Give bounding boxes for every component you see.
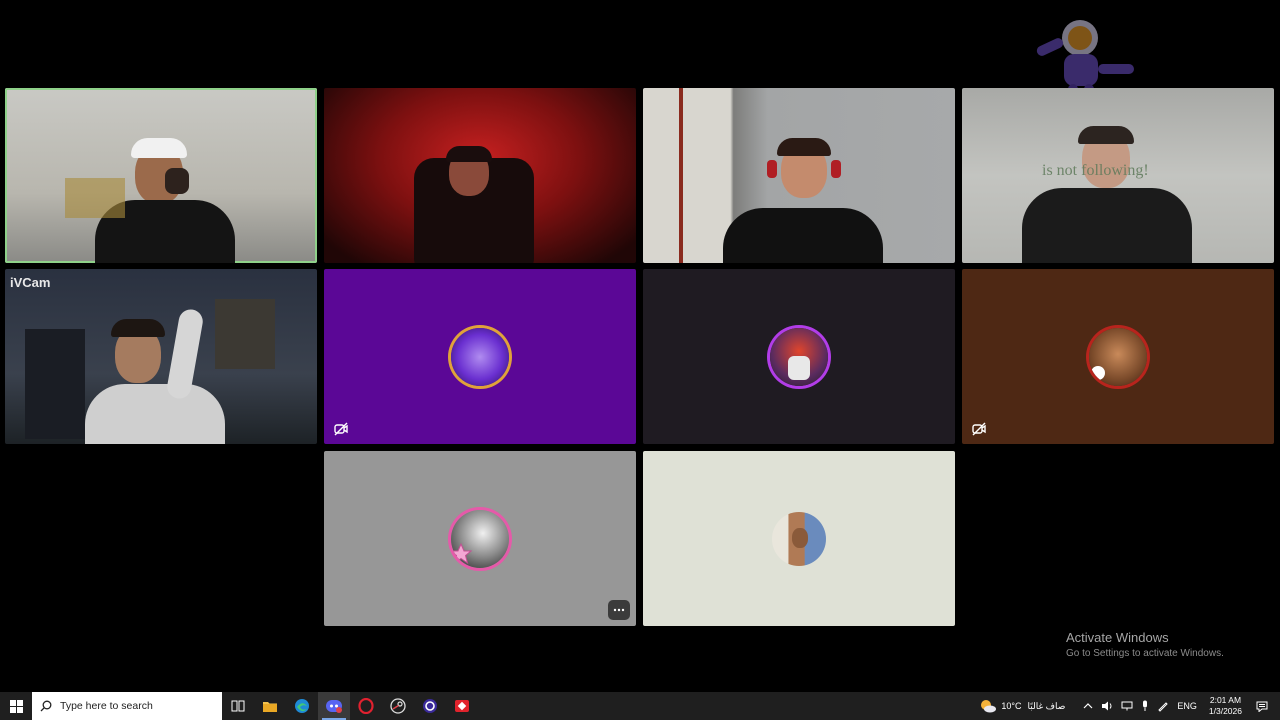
network-button[interactable] bbox=[1117, 701, 1137, 711]
search-icon bbox=[40, 700, 52, 712]
taskbar-search-box[interactable]: Type here to search bbox=[32, 692, 222, 720]
participant-tile-9[interactable] bbox=[324, 451, 636, 626]
video-off-icon bbox=[334, 422, 348, 436]
weather-widget[interactable]: 10°C صاف غالبًا bbox=[975, 699, 1069, 713]
clock-time: 2:01 AM bbox=[1209, 695, 1242, 705]
opera-button[interactable] bbox=[350, 692, 382, 720]
participant-tile-1[interactable] bbox=[5, 88, 317, 263]
overlay-text: is not following! bbox=[1042, 162, 1149, 179]
watermark-subtitle: Go to Settings to activate Windows. bbox=[1066, 648, 1224, 659]
star-badge-icon bbox=[451, 542, 473, 564]
taskbar-clock[interactable]: 2:01 AM 1/3/2026 bbox=[1201, 695, 1250, 717]
action-center-button[interactable] bbox=[1250, 701, 1280, 712]
discord-button[interactable] bbox=[318, 692, 350, 720]
clock-date: 1/3/2026 bbox=[1208, 706, 1242, 716]
background-object bbox=[25, 329, 85, 439]
activate-windows-watermark: Activate Windows Go to Settings to activ… bbox=[1066, 630, 1224, 659]
speaker-icon bbox=[1102, 701, 1112, 711]
participant-avatar bbox=[451, 327, 509, 386]
edge-browser-icon bbox=[295, 699, 309, 713]
background-object bbox=[65, 178, 125, 218]
weather-condition: صاف غالبًا bbox=[1027, 700, 1066, 711]
door-frame bbox=[679, 88, 683, 263]
participant-tile-3[interactable] bbox=[643, 88, 955, 263]
call-stage: is not following! iVCam Activate Windows… bbox=[0, 0, 1280, 692]
windows-logo-icon bbox=[9, 699, 23, 713]
edge-button[interactable] bbox=[286, 692, 318, 720]
watermark-title: Activate Windows bbox=[1066, 630, 1169, 645]
system-tray: 10°C صاف غالبًا ENG 2:01 AM 1/3/2026 bbox=[975, 692, 1280, 720]
microphone-button[interactable] bbox=[1137, 700, 1153, 712]
task-view-icon bbox=[231, 700, 245, 712]
volume-button[interactable] bbox=[1097, 701, 1117, 711]
participant-tile-6[interactable] bbox=[324, 269, 636, 444]
video-off-icon bbox=[972, 422, 986, 436]
folder-icon bbox=[263, 702, 277, 712]
participant-avatar bbox=[1089, 327, 1147, 386]
steam-button[interactable] bbox=[382, 692, 414, 720]
participant-tile-10[interactable] bbox=[643, 451, 955, 626]
chevron-up-icon bbox=[1083, 703, 1093, 709]
notification-icon bbox=[1256, 701, 1268, 712]
pen-icon bbox=[1158, 702, 1169, 712]
participant-tile-5[interactable]: iVCam bbox=[5, 269, 317, 444]
participant-avatar bbox=[770, 327, 828, 386]
anydesk-button[interactable] bbox=[446, 692, 478, 720]
start-button[interactable] bbox=[0, 692, 32, 720]
discord-icon bbox=[326, 700, 342, 713]
participant-tile-2[interactable] bbox=[324, 88, 636, 263]
steam-icon bbox=[390, 698, 406, 714]
task-view-button[interactable] bbox=[222, 692, 254, 720]
participant-tile-7[interactable] bbox=[643, 269, 955, 444]
participant-tile-8[interactable] bbox=[962, 269, 1274, 444]
ellipsis-icon bbox=[613, 608, 625, 612]
participant-video bbox=[1012, 118, 1212, 263]
anydesk-icon bbox=[455, 700, 469, 712]
camera-source-label: iVCam bbox=[10, 275, 51, 290]
participant-video bbox=[723, 138, 883, 263]
input-language[interactable]: ENG bbox=[1173, 701, 1201, 711]
cortana-icon bbox=[423, 699, 437, 713]
opera-icon bbox=[358, 698, 374, 714]
weather-moon-cloud-icon bbox=[981, 700, 997, 713]
participant-avatar bbox=[772, 511, 826, 566]
weather-temperature: 10°C bbox=[1001, 701, 1022, 711]
cortana-button[interactable] bbox=[414, 692, 446, 720]
participant-tile-4[interactable]: is not following! bbox=[962, 88, 1274, 263]
file-explorer-button[interactable] bbox=[254, 692, 286, 720]
taskbar: Type here to search 10°C صاف غالبًا ENG … bbox=[0, 692, 1280, 720]
participant-avatar bbox=[451, 509, 509, 568]
microphone-icon bbox=[1143, 700, 1148, 711]
participant-video bbox=[394, 128, 574, 263]
network-icon bbox=[1121, 701, 1133, 711]
search-placeholder: Type here to search bbox=[60, 700, 153, 712]
participant-video bbox=[85, 307, 245, 444]
show-hidden-icons-button[interactable] bbox=[1079, 703, 1097, 709]
pen-button[interactable] bbox=[1153, 700, 1173, 712]
more-options-button[interactable] bbox=[608, 600, 630, 620]
